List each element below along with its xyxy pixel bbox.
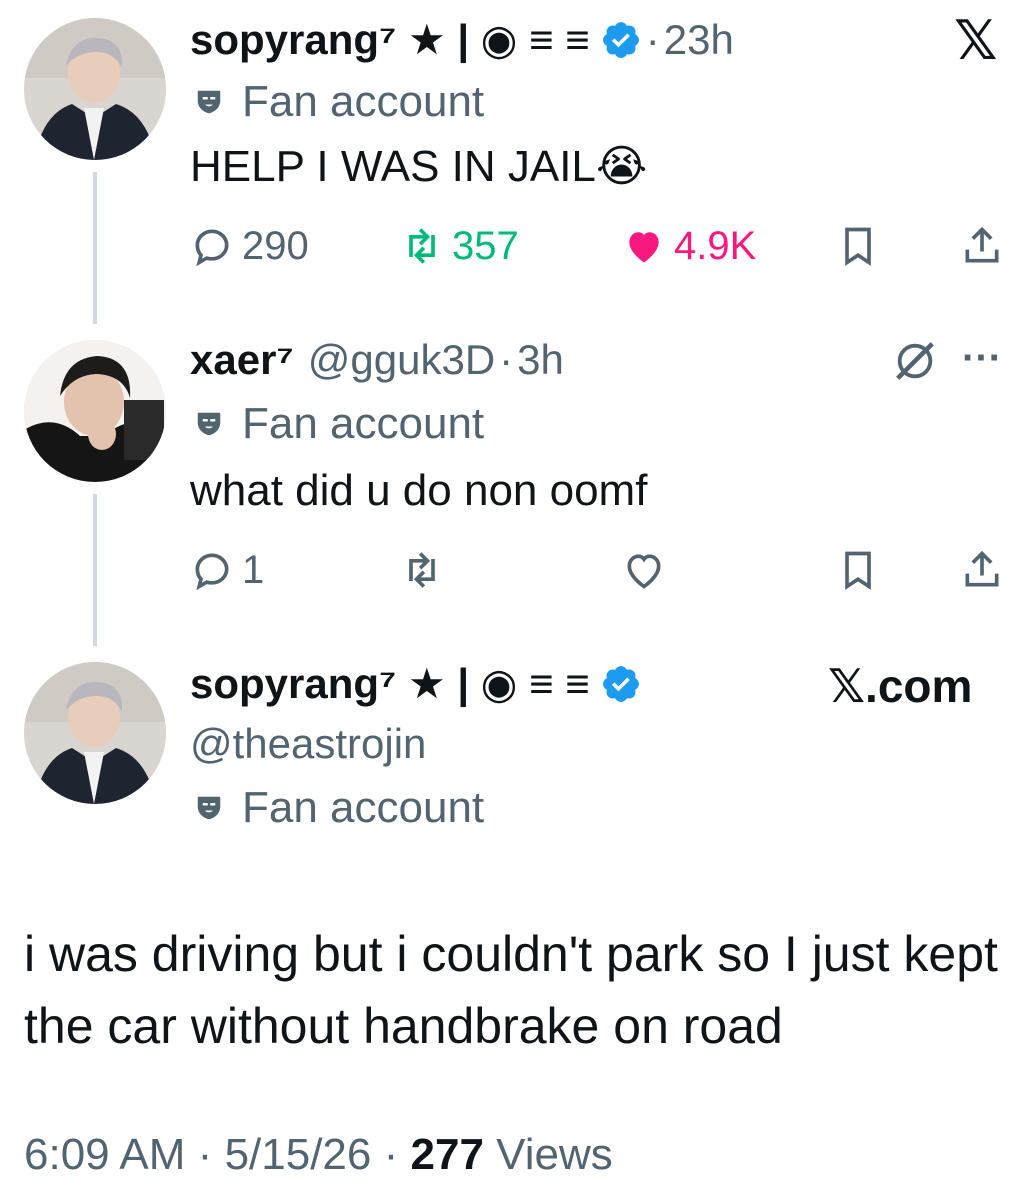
fan-account-text: Fan account — [242, 783, 485, 832]
avatar[interactable] — [24, 662, 166, 804]
display-name[interactable]: sopyrang⁷ ★ | ◉ ≡ ≡ — [190, 660, 590, 708]
fan-account-label: Fan account — [194, 78, 484, 126]
repost-button[interactable]: 357 — [400, 222, 519, 270]
x-com-link[interactable]: 𝕏.com — [828, 660, 972, 712]
verified-badge-icon — [602, 22, 639, 58]
repost-icon — [409, 228, 435, 264]
avatar[interactable] — [24, 18, 166, 160]
reply-icon — [195, 229, 229, 267]
reply-count: 290 — [242, 223, 309, 268]
views-label: Views — [496, 1130, 613, 1179]
separator-dot: · — [645, 16, 660, 63]
grok-icon[interactable] — [892, 338, 938, 384]
main-tweet-text: i was driving but i couldn't park so I j… — [24, 926, 998, 1054]
x-logo-icon[interactable]: 𝕏 — [954, 14, 998, 68]
bookmark-icon — [845, 227, 871, 266]
repost-icon — [409, 552, 435, 588]
like-button[interactable]: 4.9K — [622, 222, 756, 270]
fan-account-label: Fan account — [194, 784, 484, 832]
bookmark-button[interactable] — [836, 222, 880, 270]
verified-badge-icon — [602, 666, 639, 702]
like-count: 4.9K — [674, 223, 757, 268]
display-name[interactable]: sopyrang⁷ ★ | ◉ ≡ ≡ — [190, 16, 590, 64]
avatar[interactable] — [24, 340, 166, 482]
reply-header: xaer⁷ @gguk3D · 3h — [190, 336, 564, 384]
like-icon — [627, 554, 661, 589]
share-button[interactable] — [960, 546, 1004, 594]
tweet-footer: 6:09 AM · 5/15/26 · 277 Views — [24, 1130, 613, 1180]
bookmark-button[interactable] — [836, 546, 880, 594]
tweet-text: what did u do non oomf — [190, 466, 648, 515]
fan-account-text: Fan account — [242, 399, 485, 448]
tweet-text: HELP I WAS IN JAIL😭 — [190, 142, 648, 191]
separator-dot: · — [383, 1130, 411, 1179]
reply-count: 1 — [242, 547, 265, 592]
fan-account-label: Fan account — [194, 400, 484, 448]
post-time[interactable]: 6:09 AM — [24, 1130, 185, 1179]
fan-account-text: Fan account — [242, 77, 485, 126]
handle[interactable]: @theastrojin — [190, 720, 426, 768]
separator-dot: · — [499, 336, 514, 383]
quoted-header: sopyrang⁷ ★ | ◉ ≡ ≡ — [190, 660, 642, 708]
action-bar: 290 357 4.9K — [190, 222, 1010, 270]
post-date[interactable]: 5/15/26 — [225, 1130, 372, 1179]
more-icon[interactable]: ··· — [962, 334, 1002, 382]
separator-dot: · — [197, 1130, 225, 1179]
reply-button[interactable]: 1 — [190, 546, 264, 594]
fan-mask-icon — [197, 412, 221, 436]
reply-icon — [195, 553, 229, 591]
share-icon — [965, 550, 999, 587]
display-name[interactable]: xaer⁷ — [190, 336, 294, 384]
handle[interactable]: @gguk3D — [308, 336, 495, 384]
share-icon — [965, 226, 999, 263]
share-button[interactable] — [960, 222, 1004, 270]
thread-line-1 — [93, 172, 97, 324]
bookmark-icon — [845, 551, 871, 590]
action-bar: 1 — [190, 546, 1010, 594]
fan-mask-icon — [197, 796, 221, 820]
repost-count: 357 — [452, 223, 519, 268]
fan-mask-icon — [197, 90, 221, 114]
timestamp[interactable]: 23h — [664, 16, 734, 64]
tweet1-header: sopyrang⁷ ★ | ◉ ≡ ≡ · 23h — [190, 16, 734, 64]
views-count: 277 — [410, 1130, 484, 1179]
like-icon — [629, 232, 659, 263]
like-button[interactable] — [622, 546, 666, 594]
thread-line-2 — [93, 494, 97, 646]
reply-button[interactable]: 290 — [190, 222, 309, 270]
timestamp[interactable]: 3h — [517, 336, 564, 384]
repost-button[interactable] — [400, 546, 444, 594]
